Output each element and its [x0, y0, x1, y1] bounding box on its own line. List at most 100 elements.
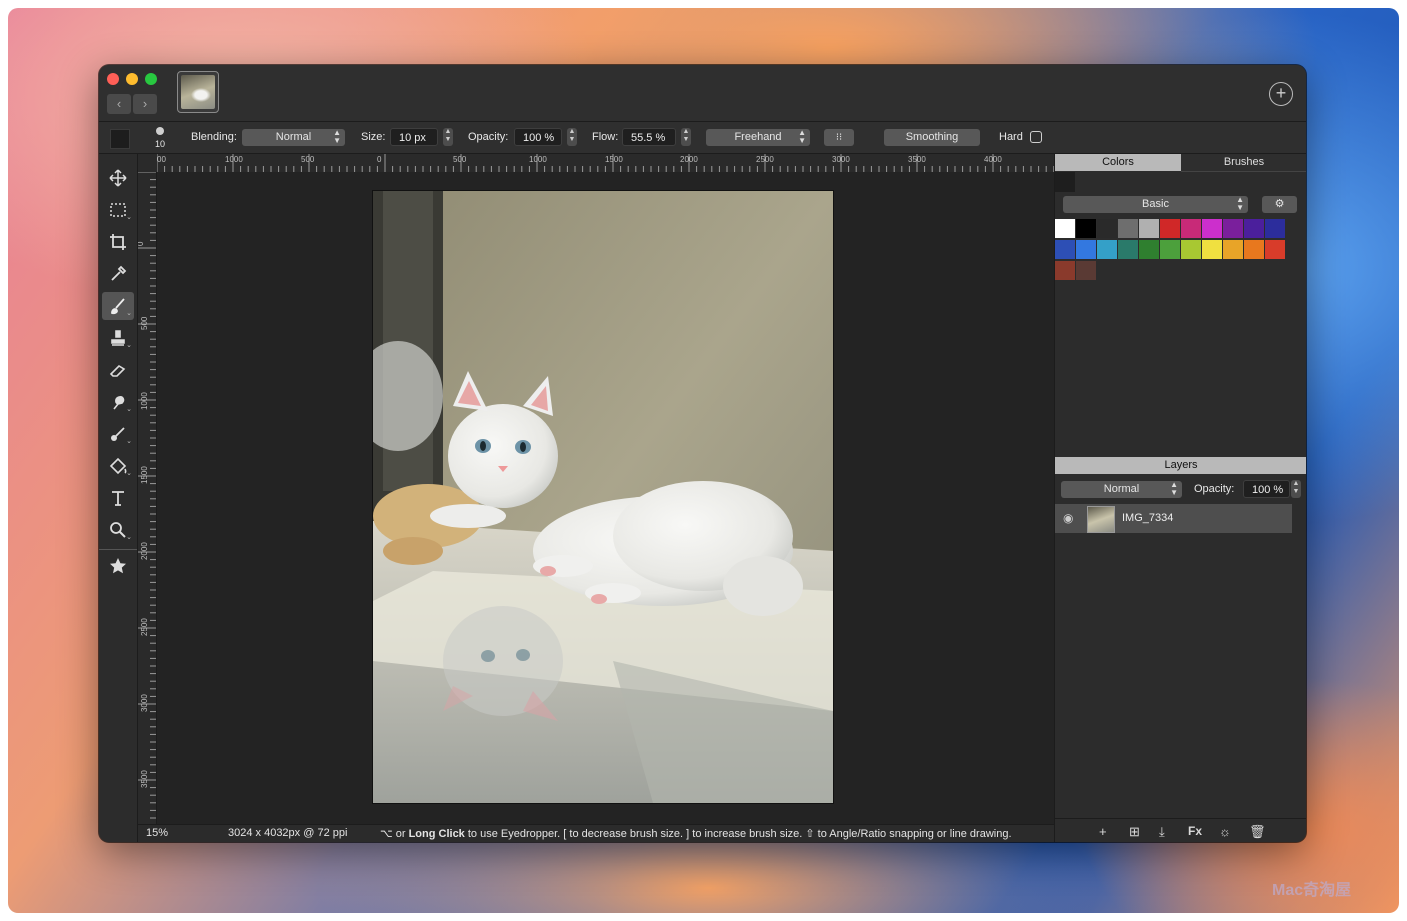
close-window-button[interactable]	[107, 73, 119, 85]
layer-opacity-field[interactable]: 100 %	[1243, 480, 1290, 498]
layer-actions-bar: + ⊞ ⤓ Fx ☼ 🗑	[1055, 818, 1306, 842]
layer-opacity-stepper[interactable]: ▲ ▼	[1291, 480, 1301, 498]
tab-colors[interactable]: Colors	[1055, 154, 1181, 171]
flow-stepper[interactable]: ▲ ▼	[681, 128, 691, 146]
marquee-tool[interactable]: ⌄	[102, 196, 134, 224]
canvas-area[interactable]	[157, 172, 1150, 824]
ruler-label: 1500	[140, 466, 149, 484]
layer-blend-select[interactable]: Normal ▲ ▼	[1061, 481, 1182, 498]
color-swatch[interactable]	[1244, 219, 1264, 238]
eraser-tool[interactable]	[102, 356, 134, 384]
color-swatch[interactable]	[1181, 219, 1201, 238]
palette-select[interactable]: Basic ▲ ▼	[1063, 196, 1248, 213]
add-layer-plus-icon[interactable]: +	[1099, 824, 1107, 839]
tab-brushes[interactable]: Brushes	[1181, 154, 1306, 172]
color-swatch[interactable]	[1139, 240, 1159, 259]
color-well[interactable]	[110, 129, 130, 149]
status-bar: 15% 3024 x 4032px @ 72 ppi ⌥ or Long Cli…	[138, 824, 1151, 842]
trash-icon[interactable]: 🗑	[1249, 824, 1266, 840]
ruler-label: 500	[301, 155, 315, 164]
horizontal-ruler[interactable]: 00 1000 500 0 500 1000 1500 2000 2500 30…	[157, 154, 1150, 173]
opacity-label: Opacity:	[468, 131, 509, 143]
color-swatch[interactable]	[1265, 219, 1285, 238]
color-swatch[interactable]	[1055, 219, 1075, 238]
star-icon	[110, 558, 126, 574]
minimize-window-button[interactable]	[126, 73, 138, 85]
layer-row[interactable]: ◉ IMG_7334	[1055, 504, 1292, 533]
submenu-indicator: ⌄	[126, 214, 132, 221]
vertical-ruler[interactable]: 0 500 1000 1500 2000 2500 3000 3500 4000	[138, 172, 157, 824]
color-swatch[interactable]	[1097, 219, 1117, 238]
color-swatch[interactable]	[1202, 240, 1222, 259]
zoom-level[interactable]: 15%	[146, 827, 168, 839]
favorites-tool[interactable]	[102, 552, 134, 580]
document-canvas[interactable]	[372, 190, 834, 804]
hard-label: Hard	[999, 131, 1023, 143]
dodge-burn-tool[interactable]: ⌄	[102, 420, 134, 448]
color-swatch[interactable]	[1202, 219, 1222, 238]
color-swatch[interactable]	[1076, 261, 1096, 280]
back-button[interactable]: ‹	[107, 94, 131, 114]
color-swatch[interactable]	[1160, 219, 1180, 238]
stroke-mode-select[interactable]: Freehand ▲ ▼	[706, 129, 810, 146]
size-stepper[interactable]: ▲ ▼	[443, 128, 453, 146]
magnifier-icon	[110, 522, 126, 538]
color-swatch[interactable]	[1097, 240, 1117, 259]
color-swatch[interactable]	[1265, 240, 1285, 259]
stamp-icon	[111, 330, 125, 346]
move-tool[interactable]	[102, 164, 134, 192]
crop-tool[interactable]	[102, 228, 134, 256]
flow-field[interactable]: 55.5 %	[622, 128, 676, 146]
new-group-icon[interactable]: ⊞	[1129, 824, 1140, 840]
text-tool[interactable]	[102, 484, 134, 512]
color-swatch[interactable]	[1244, 240, 1264, 259]
ruler-label: 2500	[756, 155, 774, 164]
app-window: ‹ › + 10 Blending: Normal ▲ ▼ Size: 10 px…	[99, 65, 1306, 842]
adjustments-sun-icon[interactable]: ☼	[1219, 824, 1231, 839]
ruler-label: 00	[157, 155, 166, 164]
layer-opacity-label: Opacity:	[1194, 483, 1235, 495]
color-swatch[interactable]	[1223, 240, 1243, 259]
brush-dot-icon[interactable]	[156, 127, 164, 135]
opacity-field[interactable]: 100 %	[514, 128, 562, 146]
color-swatch[interactable]	[1223, 219, 1243, 238]
forward-button[interactable]: ›	[133, 94, 157, 114]
palette-settings-button[interactable]: ⚙	[1262, 196, 1297, 213]
submenu-indicator: ⌄	[126, 534, 132, 541]
hard-checkbox[interactable]	[1030, 131, 1042, 143]
blending-select[interactable]: Normal ▲ ▼	[242, 129, 345, 146]
ruler-label: 2500	[140, 618, 149, 636]
color-swatch[interactable]	[1055, 240, 1075, 259]
opacity-stepper[interactable]: ▲ ▼	[567, 128, 577, 146]
color-swatch[interactable]	[1118, 240, 1138, 259]
size-field[interactable]: 10 px	[390, 128, 438, 146]
color-swatch[interactable]	[1076, 219, 1096, 238]
color-swatch[interactable]	[1076, 240, 1096, 259]
tool-hint: ⌥ or Long Click to use Eyedropper. [ to …	[380, 827, 1150, 840]
ruler-label: 1000	[529, 155, 547, 164]
symmetry-button[interactable]: ⁝⁝	[824, 129, 854, 146]
ruler-label: 3500	[908, 155, 926, 164]
zoom-window-button[interactable]	[145, 73, 157, 85]
eyedropper-tool[interactable]	[102, 260, 134, 288]
add-document-button[interactable]: +	[1269, 82, 1293, 106]
color-swatch[interactable]	[1118, 219, 1138, 238]
document-tab-thumbnail[interactable]	[177, 71, 219, 113]
merge-down-icon[interactable]: ⤓	[1159, 824, 1165, 840]
color-swatch[interactable]	[1181, 240, 1201, 259]
blending-value: Normal	[275, 131, 312, 143]
dodge-icon	[111, 427, 125, 441]
smudge-tool[interactable]: ⌄	[102, 388, 134, 416]
color-swatch[interactable]	[1139, 219, 1159, 238]
eye-visibility-icon[interactable]: ◉	[1063, 511, 1073, 525]
color-swatch[interactable]	[1055, 261, 1075, 280]
zoom-tool[interactable]: ⌄	[102, 516, 134, 544]
effects-fx-icon[interactable]: Fx	[1188, 824, 1202, 838]
current-color-well[interactable]	[1055, 172, 1075, 192]
ruler-label: 1500	[605, 155, 623, 164]
color-swatch[interactable]	[1160, 240, 1180, 259]
clone-stamp-tool[interactable]: ⌄	[102, 324, 134, 352]
brush-tool[interactable]: ⌄	[102, 292, 134, 320]
smoothing-button[interactable]: Smoothing	[884, 129, 980, 146]
fill-tool[interactable]: ⌄	[102, 452, 134, 480]
